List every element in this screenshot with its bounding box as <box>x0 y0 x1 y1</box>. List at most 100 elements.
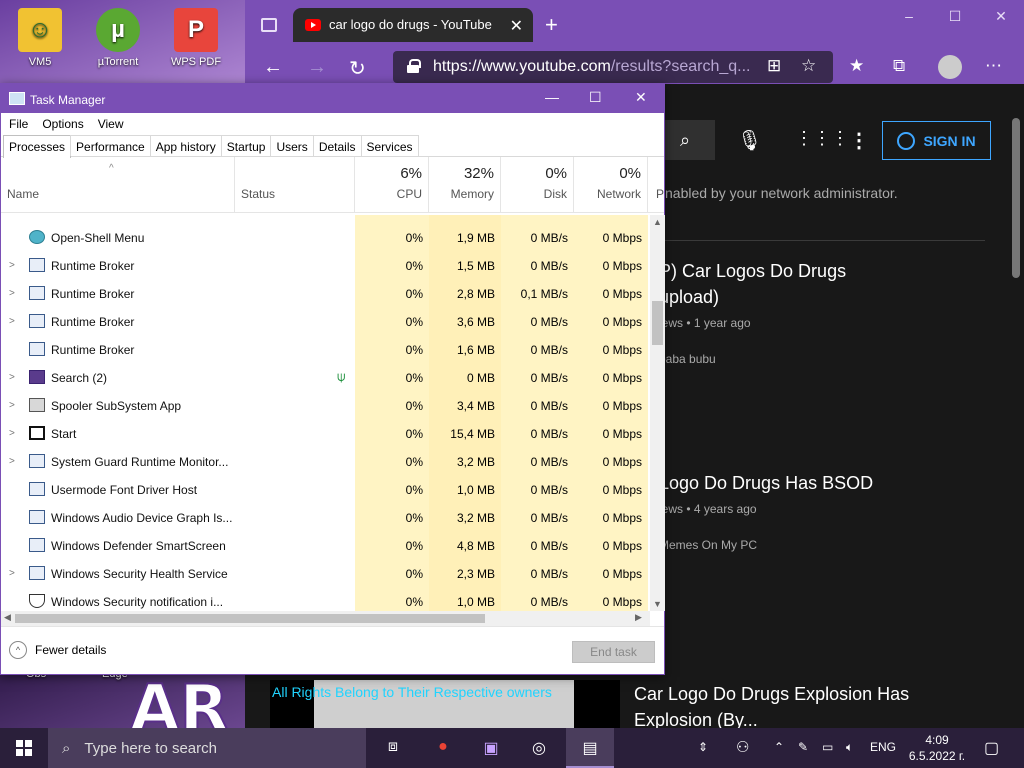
maximize-button[interactable]: ☐ <box>932 0 978 32</box>
table-row[interactable]: > Start 0% 15,4 MB 0 MB/s 0 Mbps <box>1 419 650 447</box>
minimize-button[interactable]: — <box>545 89 559 105</box>
tab-services[interactable]: Services <box>360 135 419 156</box>
scroll-thumb[interactable] <box>652 301 663 345</box>
video-title[interactable]: Logo Do Drugs Has BSOD <box>659 470 979 496</box>
fewer-details-button[interactable]: ^ Fewer details <box>9 641 106 659</box>
more-menu-icon[interactable]: ⋯ <box>985 56 1002 76</box>
volume-icon[interactable]: 🔈︎ <box>846 740 853 755</box>
expand-chevron-icon[interactable]: > <box>9 559 15 587</box>
scroll-up-icon[interactable]: ▲ <box>653 217 662 227</box>
expand-chevron-icon[interactable]: > <box>9 279 15 307</box>
add-favorite-icon[interactable]: ☆ <box>801 56 816 76</box>
profile-avatar[interactable] <box>938 55 962 79</box>
settings-kebab-icon[interactable]: ⋮ <box>849 128 869 153</box>
vertical-scrollbar[interactable]: ▲ ▼ <box>650 215 665 611</box>
taskbar-task-manager[interactable]: ▤ <box>566 728 614 768</box>
network-icon[interactable]: ▭ <box>822 740 833 754</box>
column-header-memory[interactable]: 32% Memory <box>429 157 501 213</box>
column-header-name[interactable]: ^ Name <box>1 157 235 213</box>
expand-chevron-icon[interactable]: > <box>9 419 15 447</box>
forward-arrow-icon[interactable]: → <box>307 56 327 79</box>
video-title[interactable]: Car Logo Do Drugs Explosion Has Explosion… <box>634 681 954 733</box>
tab-app-history[interactable]: App history <box>149 135 222 156</box>
collections-icon[interactable]: ⧉ <box>893 56 905 76</box>
tab-close-icon[interactable]: ✕ <box>510 16 523 36</box>
notifications-icon[interactable]: ▢ <box>984 738 999 758</box>
favorites-icon[interactable]: ★ <box>849 56 864 76</box>
video-thumbnail[interactable]: All Rights Belong to Their Respective ow… <box>270 680 620 728</box>
app-available-icon[interactable]: ⊞ <box>767 56 781 76</box>
microphone-icon[interactable]: 🎙︎ <box>737 128 762 153</box>
scroll-left-icon[interactable]: ◀ <box>4 612 11 623</box>
table-row[interactable]: > Runtime Broker 0% 2,8 MB 0,1 MB/s 0 Mbps <box>1 279 650 307</box>
steam-icon[interactable]: ◎ <box>528 738 550 758</box>
task-manager-titlebar[interactable]: Task Manager — ☐ ✕ <box>1 84 664 113</box>
task-view-icon[interactable]: ⧈ <box>382 738 404 758</box>
scroll-down-icon[interactable]: ▼ <box>653 599 662 609</box>
tab-processes[interactable]: Processes <box>3 135 72 158</box>
chrome-icon[interactable]: ● <box>432 738 454 758</box>
video-channel[interactable]: baba bubu <box>659 352 979 366</box>
minimize-button[interactable]: – <box>886 0 932 32</box>
apps-grid-icon[interactable]: ⋮⋮⋮ <box>795 128 849 149</box>
video-result[interactable]: Logo Do Drugs Has BSOD iews • 4 years ag… <box>659 470 979 552</box>
table-row[interactable]: Windows Defender SmartScreen 0% 4,8 MB 0 MB… <box>1 531 650 559</box>
language-indicator[interactable]: ENG <box>870 740 896 754</box>
tab-details[interactable]: Details <box>312 135 362 156</box>
tab-performance[interactable]: Performance <box>70 135 151 156</box>
video-result[interactable]: P) Car Logos Do Drugs upload) iews • 1 ye… <box>659 258 979 366</box>
start-button[interactable] <box>0 728 48 768</box>
tab-startup[interactable]: Startup <box>220 135 272 156</box>
horizontal-scrollbar[interactable]: ◀ ▶ <box>1 611 650 626</box>
desktop-icon-vm5[interactable]: ☺ VM5 <box>4 2 76 68</box>
column-header-disk[interactable]: 0% Disk <box>501 157 574 213</box>
expand-chevron-icon[interactable]: > <box>9 307 15 335</box>
expand-chevron-icon[interactable]: > <box>9 363 15 391</box>
scroll-thumb[interactable] <box>15 614 485 623</box>
table-row[interactable]: > Runtime Broker 0% 3,6 MB 0 MB/s 0 Mbps <box>1 307 650 335</box>
column-header-status[interactable]: Status <box>235 157 355 213</box>
table-row[interactable]: Usermode Font Driver Host 0% 1,0 MB 0 MB/s 0… <box>1 475 650 503</box>
column-header-power[interactable]: P <box>648 157 664 213</box>
menu-options[interactable]: Options <box>42 117 83 135</box>
table-row[interactable]: Open-Shell Menu 0% 1,9 MB 0 MB/s 0 Mbps <box>1 223 650 251</box>
scroll-arrows-icon[interactable]: ⇕ <box>698 740 708 754</box>
end-task-button[interactable]: End task <box>572 641 655 663</box>
back-arrow-icon[interactable]: ← <box>263 56 283 79</box>
table-row[interactable]: > System Guard Runtime Monitor... 0% 3,2 MB… <box>1 447 650 475</box>
close-button[interactable]: ✕ <box>635 89 647 106</box>
desktop-icon-utorrent[interactable]: µ µTorrent <box>82 2 154 68</box>
menu-view[interactable]: View <box>98 117 124 135</box>
sign-in-button[interactable]: SIGN IN <box>882 121 991 160</box>
table-row[interactable]: > Windows Security Health Service 0% 2,3 MB… <box>1 559 650 587</box>
expand-chevron-icon[interactable]: > <box>9 391 15 419</box>
refresh-icon[interactable]: ↻ <box>349 56 366 81</box>
tab-actions-icon[interactable] <box>261 18 277 32</box>
expand-chevron-icon[interactable]: > <box>9 251 15 279</box>
menu-file[interactable]: File <box>9 117 28 135</box>
table-row[interactable]: Runtime Broker 0% 1,6 MB 0 MB/s 0 Mbps <box>1 335 650 363</box>
new-tab-icon[interactable]: + <box>545 12 558 38</box>
people-icon[interactable]: ⚇ <box>736 738 749 756</box>
desktop-icon-wps-pdf[interactable]: P WPS PDF <box>160 2 232 68</box>
taskbar-search-box[interactable]: ⌕ Type here to search <box>48 728 366 768</box>
scroll-right-icon[interactable]: ▶ <box>635 612 642 623</box>
tab-youtube[interactable]: car logo do drugs - YouTube ✕ <box>293 8 533 42</box>
show-hidden-icons-chevron-icon[interactable]: ⌃ <box>774 740 784 754</box>
table-row[interactable]: > Runtime Broker 0% 1,5 MB 0 MB/s 0 Mbps <box>1 251 650 279</box>
column-header-cpu[interactable]: 6% CPU <box>355 157 429 213</box>
column-header-network[interactable]: 0% Network <box>574 157 648 213</box>
tab-users[interactable]: Users <box>270 135 314 156</box>
table-row[interactable]: Windows Audio Device Graph Is... 0% 3,2 MB… <box>1 503 650 531</box>
table-row[interactable] <box>1 215 650 223</box>
maximize-button[interactable]: ☐ <box>589 89 602 106</box>
pen-icon[interactable]: ✎ <box>798 740 808 754</box>
close-button[interactable]: ✕ <box>978 0 1024 32</box>
youtube-scrollbar[interactable] <box>1012 118 1020 278</box>
video-channel[interactable]: Memes On My PC <box>659 538 979 552</box>
expand-chevron-icon[interactable]: > <box>9 447 15 475</box>
processor-app-icon[interactable]: ▣ <box>480 738 502 758</box>
table-row[interactable]: > Spooler SubSystem App 0% 3,4 MB 0 MB/s 0 Mb… <box>1 391 650 419</box>
video-result[interactable]: Car Logo Do Drugs Explosion Has Explosion… <box>634 681 954 733</box>
video-title[interactable]: P) Car Logos Do Drugs upload) <box>659 258 979 310</box>
